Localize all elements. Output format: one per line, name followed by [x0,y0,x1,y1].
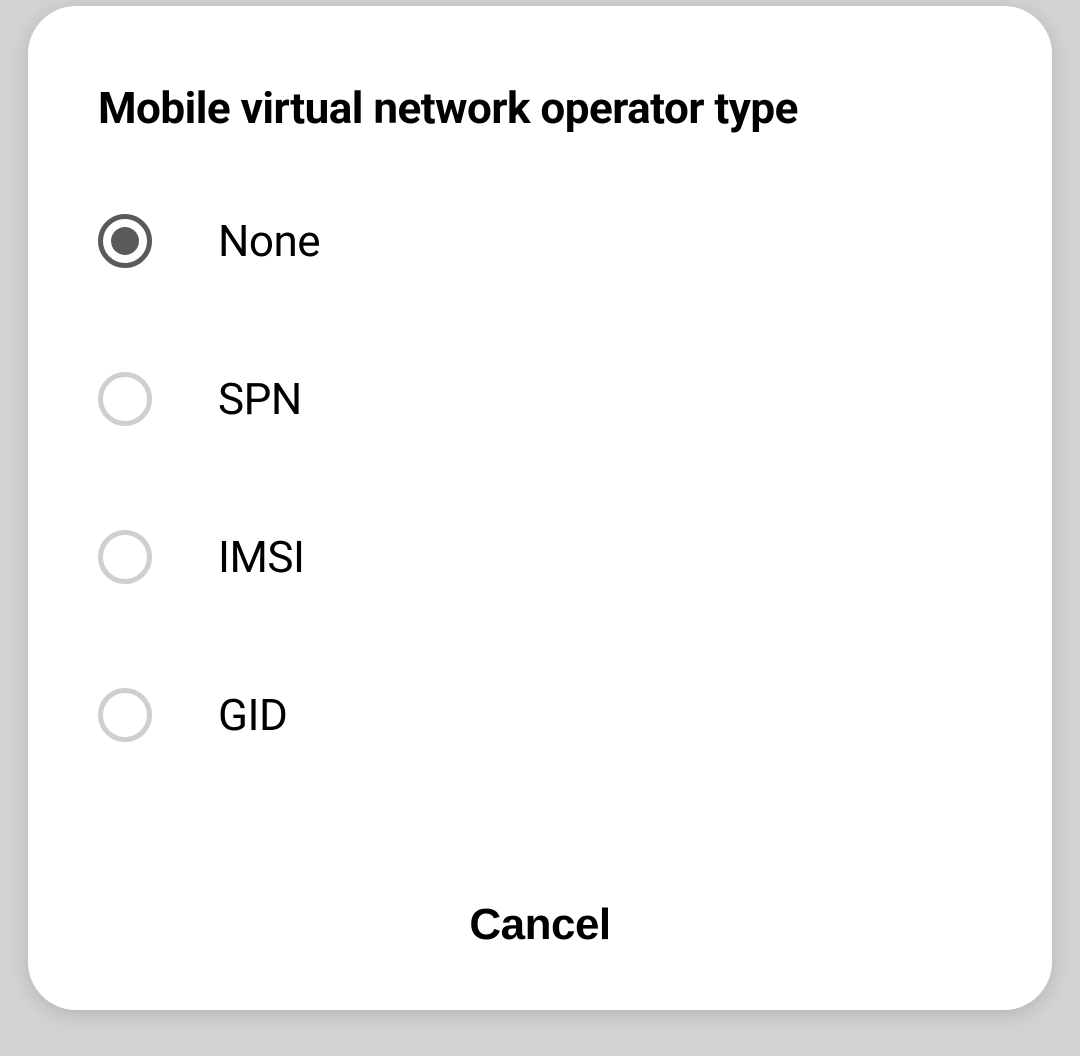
radio-selected-dot-icon [111,227,139,255]
radio-label: SPN [218,373,302,425]
radio-group: None SPN IMSI GID [98,214,982,742]
radio-label: None [218,215,320,267]
radio-label: IMSI [218,531,304,583]
radio-button-icon [98,372,152,426]
radio-option-none[interactable]: None [98,214,982,268]
radio-label: GID [218,689,287,741]
cancel-button[interactable]: Cancel [449,890,630,960]
radio-button-icon [98,530,152,584]
radio-button-icon [98,214,152,268]
radio-option-spn[interactable]: SPN [98,372,982,426]
mvno-type-dialog: Mobile virtual network operator type Non… [28,6,1052,1010]
radio-option-imsi[interactable]: IMSI [98,530,982,584]
radio-button-icon [98,688,152,742]
radio-option-gid[interactable]: GID [98,688,982,742]
dialog-title: Mobile virtual network operator type [98,82,982,134]
